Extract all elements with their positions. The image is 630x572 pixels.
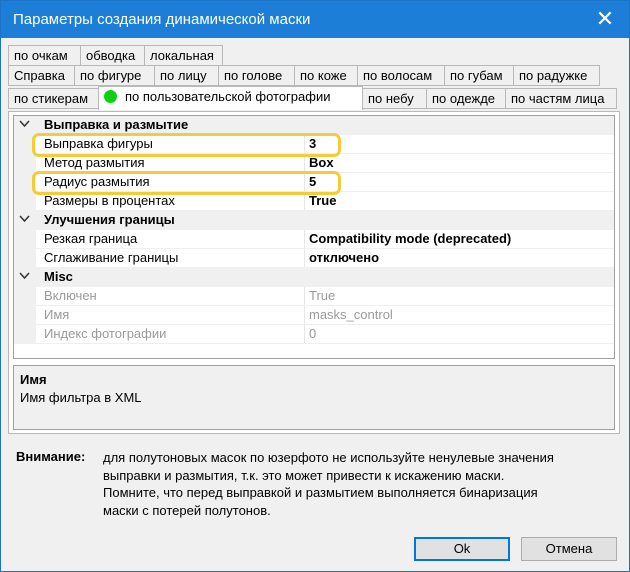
window-title: Параметры создания динамической маски	[13, 11, 311, 28]
warning-line: для полутоновых масок по юзерфото не исп…	[103, 450, 554, 465]
tab-clothes[interactable]: по одежде	[426, 88, 506, 109]
description-pane: Имя Имя фильтра в XML	[13, 365, 615, 430]
property-value[interactable]: True	[309, 193, 336, 208]
property-name: Имя	[44, 307, 70, 322]
grid-row[interactable]: Резкая граница Compatibility mode (depre…	[14, 230, 614, 249]
tab-user-photo[interactable]: по пользовательской фотографии	[98, 86, 363, 110]
tab-help[interactable]: Справка	[8, 65, 75, 86]
title-bar: Параметры создания динамической маски ✕	[1, 1, 629, 38]
grid-row[interactable]: Индекс фотографии 0	[14, 325, 614, 344]
grid-row[interactable]: Сглаживание границы отключено	[14, 249, 614, 268]
property-value: 0	[309, 326, 317, 341]
tab-stickers[interactable]: по стикерам	[8, 88, 99, 109]
category-label: Выправка и размытие	[44, 117, 189, 132]
property-value[interactable]: отключено	[309, 250, 379, 265]
tab-local[interactable]: локальная	[144, 45, 223, 66]
tab-user-photo-label: по пользовательской фотографии	[125, 89, 331, 104]
property-name: Индекс фотографии	[44, 326, 167, 341]
property-name: Включен	[44, 288, 97, 303]
warning-label: Внимание:	[16, 449, 86, 464]
category-label: Улучшения границы	[44, 212, 175, 227]
tab-outline[interactable]: обводка	[80, 45, 145, 66]
active-status-icon	[104, 90, 117, 103]
highlight-outline	[32, 171, 341, 195]
description-title: Имя	[20, 372, 47, 387]
warning-line: Помните, что перед выправкой и размытием…	[103, 485, 538, 500]
category-label: Misc	[44, 269, 73, 284]
grid-row[interactable]: Включен True	[14, 287, 614, 306]
tab-iris[interactable]: по радужке	[513, 65, 600, 86]
tab-head[interactable]: по голове	[218, 65, 295, 86]
tab-face-parts[interactable]: по частям лица	[505, 88, 617, 109]
tab-glasses[interactable]: по очкам	[8, 45, 81, 66]
category-misc[interactable]: Misc	[14, 268, 614, 287]
close-icon[interactable]: ✕	[585, 4, 625, 34]
tab-hair[interactable]: по волосам	[357, 65, 445, 86]
tab-figure[interactable]: по фигуре	[74, 65, 155, 86]
tab-lips[interactable]: по губам	[444, 65, 514, 86]
property-value: True	[309, 288, 336, 303]
property-name: Резкая граница	[44, 231, 138, 246]
tab-sky[interactable]: по небу	[362, 88, 427, 109]
warning-line: маски с потерей полутонов.	[103, 502, 271, 518]
chevron-down-icon[interactable]	[19, 118, 30, 132]
property-value[interactable]: Box	[309, 155, 334, 170]
grid-row[interactable]: Имя masks_control	[14, 306, 614, 325]
property-value[interactable]: Compatibility mode (deprecated)	[309, 231, 511, 246]
property-name: Метод размытия	[44, 155, 145, 170]
tab-face[interactable]: по лицу	[154, 65, 219, 86]
property-value: masks_control	[309, 307, 393, 322]
chevron-down-icon[interactable]	[19, 213, 30, 227]
description-text: Имя фильтра в XML	[20, 390, 142, 405]
category-edge[interactable]: Улучшения границы	[14, 211, 614, 230]
ok-button[interactable]: Ok	[414, 537, 510, 561]
chevron-down-icon[interactable]	[19, 270, 30, 284]
cancel-button[interactable]: Отмена	[521, 537, 617, 561]
tab-skin[interactable]: по коже	[294, 65, 358, 86]
property-name: Сглаживание границы	[44, 250, 179, 265]
property-name: Размеры в процентах	[44, 193, 175, 208]
warning-line: выправки и размытия, т.к. это может прив…	[103, 467, 505, 483]
highlight-outline	[32, 133, 341, 157]
warning-text: для полутоновых масок по юзерфото не исп…	[103, 449, 613, 519]
